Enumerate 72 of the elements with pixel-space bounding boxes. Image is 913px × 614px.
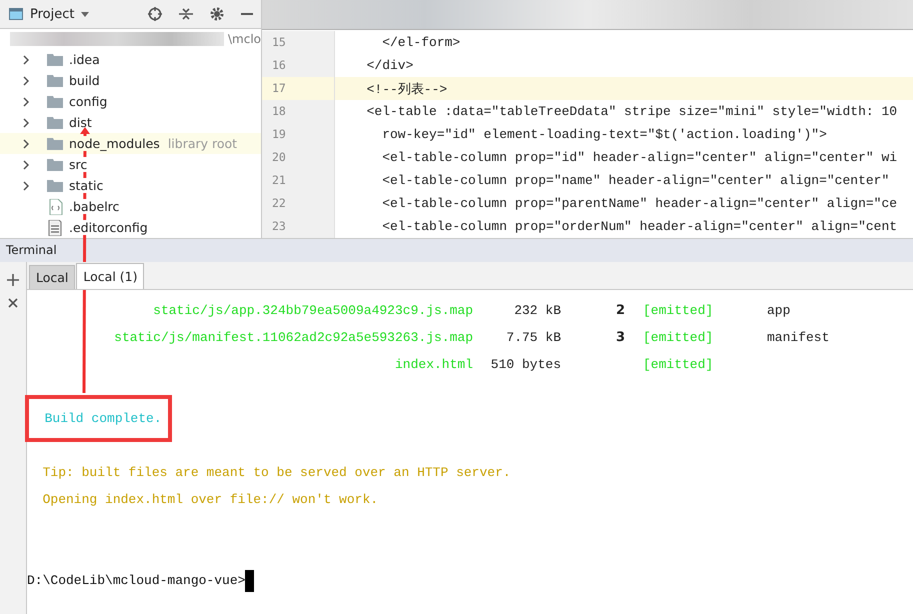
code-line: <el-table-column prop="id" header-align="center" align="center" wi	[381, 150, 898, 165]
folder-icon	[47, 53, 63, 66]
config-file-icon	[47, 198, 63, 214]
close-icon	[8, 298, 18, 308]
line-number: 23	[262, 215, 335, 238]
tree-item[interactable]: build	[0, 70, 261, 91]
panel-title[interactable]: Project	[30, 6, 74, 22]
code-line: <el-table-column prop="orderNum" header-align="center" align="cent	[381, 219, 898, 234]
tree-item[interactable]: dist	[0, 112, 261, 133]
code-line: </el-form>	[381, 35, 460, 50]
line-number: 18	[262, 100, 335, 123]
chunk-number: 3	[614, 330, 625, 345]
line-number: 22	[262, 192, 335, 215]
emitted-status: [emitted]	[642, 357, 714, 372]
terminal-tab[interactable]: Local	[29, 265, 76, 289]
root-path: \mclo	[228, 32, 261, 46]
asset-file-name: static/js/app.324bb79ea5009a4923c9.js.map	[152, 303, 473, 318]
text-file-icon	[47, 220, 63, 236]
asset-size: 232 kB	[513, 303, 561, 318]
asset-file-name: static/js/manifest.11062ad2c92a5e593263.js.map	[113, 330, 473, 345]
command-prompt: D:\CodeLib\mcloud-mango-vue>	[27, 573, 246, 588]
panel-icon	[9, 8, 23, 20]
code-line: <el-table :data="tableTreeDdata" stripe size="mini" style="width: 10	[366, 104, 898, 119]
folder-icon	[47, 95, 63, 108]
folder-icon	[47, 74, 63, 87]
chevron-icon	[23, 96, 29, 106]
library-root-note: library root	[168, 136, 238, 151]
crosshair-icon	[148, 7, 162, 21]
asset-file-name: index.html	[394, 357, 473, 372]
minimize-icon	[241, 13, 253, 15]
folder-icon	[47, 158, 63, 171]
line-number: 19	[262, 123, 335, 146]
chevron-icon	[23, 180, 29, 190]
line-number: 20	[262, 146, 335, 169]
tree-item[interactable]: static	[0, 175, 261, 196]
chunk-name: app	[767, 303, 792, 318]
code-line: <el-table-column prop="parentName" header-align="center" align="ce	[381, 196, 898, 211]
terminal-title: Terminal	[0, 239, 913, 262]
code-line: row-key="id" element-loading-text="$t('action.loading')">	[381, 127, 827, 142]
line-number: 21	[262, 169, 335, 192]
line-number: 15	[262, 31, 335, 54]
text-cursor	[245, 570, 254, 592]
asset-size: 510 bytes	[490, 357, 561, 372]
folder-icon	[47, 116, 63, 129]
emitted-status: [emitted]	[642, 303, 714, 318]
chevron-icon	[23, 76, 29, 86]
terminal-output-line: Tip: built files are meant to be served over an HTTP server.	[42, 465, 511, 480]
chunk-number: 2	[614, 303, 625, 318]
folder-icon	[47, 179, 63, 192]
chevron-icon	[23, 160, 29, 170]
chevron-icon	[23, 54, 29, 64]
tree-item[interactable]: src	[0, 154, 261, 175]
terminal-tab[interactable]: Local (1)	[76, 263, 144, 289]
collapse-icon	[179, 7, 193, 21]
folder-icon	[47, 137, 63, 150]
chevron-icon	[23, 138, 29, 148]
add-icon	[7, 274, 19, 286]
code-line: <el-table-column prop="name" header-align="center" align="center"	[381, 173, 890, 188]
chunk-name: manifest	[767, 330, 830, 345]
code-line: <!--列表-->	[366, 80, 448, 98]
tree-item[interactable]: .idea	[0, 49, 261, 70]
tree-item[interactable]: config	[0, 91, 261, 112]
code-line: </div>	[366, 58, 414, 73]
tree-item[interactable]: node_modules library root	[0, 133, 261, 154]
asset-size: 7.75 kB	[505, 330, 561, 345]
tree-item[interactable]: .editorconfig	[0, 217, 261, 238]
emitted-status: [emitted]	[642, 330, 714, 345]
terminal-output-line: Opening index.html over file:// won't work.	[42, 492, 378, 507]
dropdown-caret-icon	[81, 12, 90, 16]
tree-item[interactable]: .babelrc	[0, 196, 261, 217]
line-number: 16	[262, 54, 335, 77]
chevron-icon	[23, 118, 29, 128]
